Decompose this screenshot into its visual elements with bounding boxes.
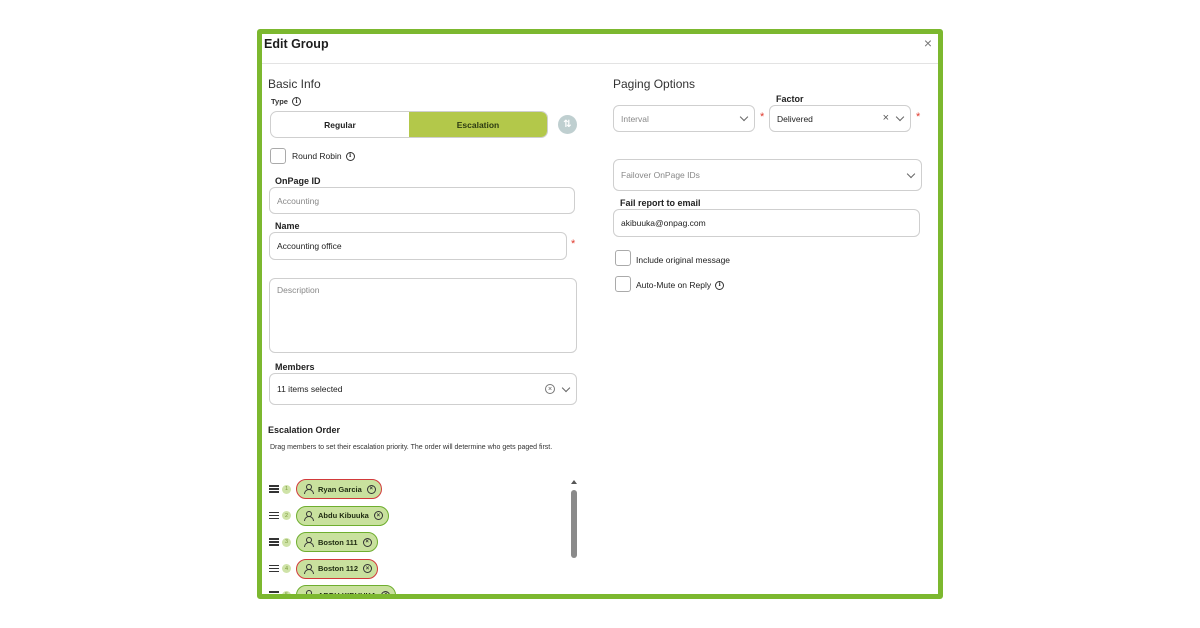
members-select[interactable]: 11 items selected × [269,373,577,405]
member-chip[interactable]: ABDU KIBUUKA × [296,585,397,599]
member-name: Boston 112 [318,564,359,573]
scroll-up-arrow-icon[interactable] [571,480,577,484]
members-label: Members [275,362,315,372]
basic-info-heading: Basic Info [268,77,321,91]
member-name: Ryan Garcia [318,484,362,494]
onpage-id-label: OnPage ID [275,176,321,186]
drag-handle-icon[interactable] [269,591,279,594]
name-input[interactable]: Accounting office [269,232,567,260]
person-icon [303,537,314,547]
escalation-order-number: 2 [282,511,291,520]
interval-placeholder: Interval [621,113,649,124]
escalation-order-number: 3 [282,537,291,547]
factor-select[interactable]: Delivered × [769,105,911,132]
onpage-id-input[interactable]: Accounting [269,187,575,214]
fail-report-value: akibuuka@onpag.com [621,218,706,228]
clear-icon[interactable]: × [883,113,889,124]
chevron-down-icon[interactable] [906,169,916,178]
remove-member-icon[interactable]: × [366,484,376,494]
remove-member-icon[interactable]: × [362,537,372,547]
type-label-row: Type i [271,97,301,106]
member-chip[interactable]: Ryan Garcia × [296,479,382,499]
escalation-row[interactable]: 2 Abdu Kibuuka × [269,505,389,527]
remove-member-icon[interactable]: × [363,564,373,573]
interval-select[interactable]: Interval [613,105,755,132]
remove-member-icon[interactable]: × [381,590,391,594]
title-divider [262,63,938,64]
chevron-down-icon[interactable] [561,383,571,392]
drag-handle-icon[interactable] [269,564,279,573]
info-icon[interactable]: i [291,97,301,106]
drag-handle-icon[interactable] [269,538,279,546]
round-robin-label-row: Round Robin i [292,151,355,161]
type-label: Type [271,97,288,106]
escalation-row[interactable]: 3 Boston 111 × [269,531,378,553]
escalation-order-number: 1 [282,484,291,494]
clear-selection-icon[interactable]: × [545,384,555,394]
members-value: 11 items selected [277,384,343,394]
dialog-title: Edit Group [264,37,329,51]
round-robin-label: Round Robin [292,151,342,161]
auto-mute-label: Auto-Mute on Reply [636,280,712,290]
fail-report-label: Fail report to email [620,198,701,208]
escalation-order-number: 5 [282,590,291,594]
type-option-escalation[interactable]: Escalation [409,112,547,137]
factor-select-controls: × [883,112,905,124]
include-original-checkbox[interactable] [615,250,631,266]
type-segmented-control: Regular Escalation [270,111,548,138]
escalation-row[interactable]: 5 ABDU KIBUUKA × [269,584,397,599]
name-value: Accounting office [277,241,342,251]
auto-mute-label-row: Auto-Mute on Reply i [636,280,725,290]
member-chip[interactable]: Boston 112 × [296,558,379,579]
chevron-down-icon[interactable] [895,112,905,122]
member-name: ABDU KIBUUKA [318,590,377,599]
chevron-down-icon[interactable] [739,112,749,122]
escalation-order-description: Drag members to set their escalation pri… [270,444,553,451]
interval-select-controls [739,112,749,122]
drag-handle-icon[interactable] [269,511,279,520]
round-robin-checkbox[interactable] [270,148,286,164]
info-icon[interactable]: i [345,151,355,161]
person-icon [303,563,314,574]
name-label: Name [275,221,300,231]
type-option-regular[interactable]: Regular [271,112,409,137]
fail-report-email-input[interactable]: akibuuka@onpag.com [613,209,920,237]
remove-member-icon[interactable]: × [373,511,383,520]
swap-order-icon[interactable]: ⇅ [558,115,577,134]
escalation-row[interactable]: 1 Ryan Garcia × [269,478,382,500]
paging-options-heading: Paging Options [613,77,696,91]
edit-group-dialog: Edit Group × Basic Info Type i Regular E… [257,29,943,599]
description-textarea[interactable]: Description [269,278,577,353]
onpage-id-placeholder: Accounting [277,195,320,206]
escalation-order-heading: Escalation Order [268,425,341,435]
person-icon [303,590,313,594]
person-icon [303,484,314,494]
member-name: Boston 111 [318,537,358,547]
close-icon[interactable]: × [924,36,932,50]
auto-mute-checkbox[interactable] [615,276,631,292]
escalation-row[interactable]: 4 Boston 112 × [269,558,379,580]
failover-placeholder: Failover OnPage IDs [621,170,700,180]
person-icon [303,510,314,521]
factor-label: Factor [776,94,804,104]
drag-handle-icon[interactable] [269,485,279,493]
failover-select-controls [906,169,916,178]
scrollbar-thumb[interactable] [571,490,577,558]
failover-onpage-ids-select[interactable]: Failover OnPage IDs [613,159,922,191]
description-placeholder: Description [277,285,320,295]
escalation-order-number: 4 [282,564,291,573]
name-required-marker: * [571,238,576,250]
interval-required-marker: * [760,111,765,123]
member-chip[interactable]: Abdu Kibuuka × [296,505,389,526]
member-name: Abdu Kibuuka [318,511,369,520]
factor-value: Delivered [777,113,813,124]
include-original-label: Include original message [636,255,731,265]
info-icon[interactable]: i [715,280,725,290]
members-select-controls: × [545,383,571,394]
member-chip[interactable]: Boston 111 × [296,532,378,552]
factor-required-marker: * [916,111,921,123]
